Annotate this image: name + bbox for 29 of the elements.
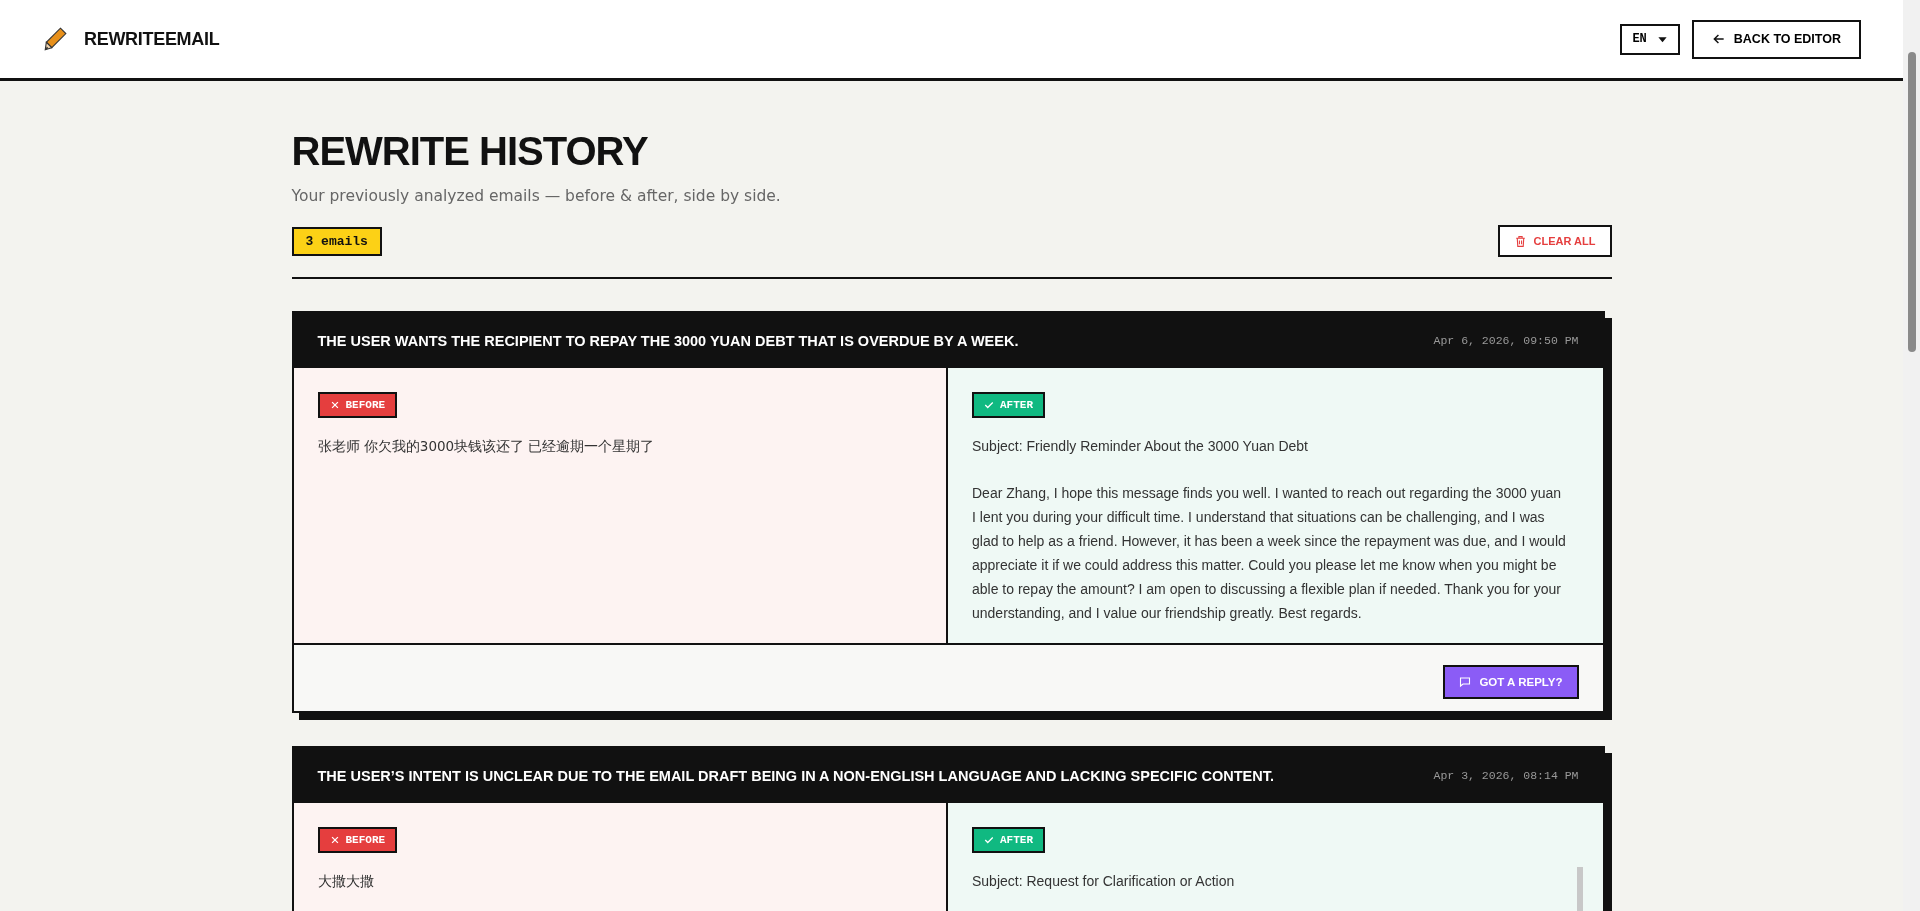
before-text: 大撒大撒 xyxy=(317,872,375,891)
arrow-left-icon xyxy=(1711,32,1726,46)
page-title: REWRITE HISTORY xyxy=(291,129,649,173)
before-text: 张老师 你欠我的3000块钱该还了 已经逾期一个星期了 xyxy=(317,437,656,456)
page-subtitle: Your previously analyzed emails — before & after, side by side. xyxy=(291,187,782,205)
email-count-badge: 3 emails xyxy=(291,226,382,256)
cross-icon xyxy=(329,835,340,845)
pencil-icon xyxy=(42,26,68,52)
after-text: Subject: Request for Clarification or Action xyxy=(972,872,1236,891)
timestamp: Apr 6, 2026, 09:50 PM xyxy=(1433,334,1579,347)
after-text: Subject: Friendly Reminder About the 3000 Yuan Debt xyxy=(972,437,1309,456)
after-tag: AFTER xyxy=(972,392,1045,418)
intent-heading: THE USER WANTS THE RECIPIENT TO REPAY THE 3000 YUAN DEBT THAT IS OVERDUE BY A WEEK. xyxy=(317,332,1019,349)
before-tag: BEFORE xyxy=(317,392,398,418)
language-dropdown[interactable]: EN xyxy=(1620,23,1680,55)
trash-icon xyxy=(1513,234,1527,248)
back-to-editor-button[interactable]: BACK TO EDITOR xyxy=(1691,19,1861,59)
after-tag: AFTER xyxy=(972,827,1045,853)
check-icon xyxy=(984,400,994,410)
chat-bubble-icon xyxy=(1459,676,1472,688)
app-logo[interactable]: REWRITEEMAIL xyxy=(84,28,220,50)
before-tag: BEFORE xyxy=(317,827,398,853)
after-text: Dear Zhang, I hope this message finds you well. I wanted to reach out regarding the 3000 yuan I lent you during your difficult time. I understand that situations can be challenging, and I was glad to help as a friend. However, it has been a week since the repayment was due, and I would appreciate it if we could address this matter. Could you please let me know when you might be able to repay the amount? I am open to discussing a flexible plan if needed. Thank you for your understanding, and I value our friendship greatly. Best regards. xyxy=(972,484,1567,623)
cross-icon xyxy=(329,400,340,410)
timestamp: Apr 3, 2026, 08:14 PM xyxy=(1433,769,1579,782)
intent-heading: THE USER’S INTENT IS UNCLEAR DUE TO THE EMAIL DRAFT BEING IN A NON-ENGLISH LANGUAGE AND LACKING SPECIFIC CONTENT. xyxy=(317,767,1274,784)
clear-all-button[interactable]: CLEAR ALL xyxy=(1497,225,1612,257)
got-a-reply-button[interactable]: GOT A REPLY? xyxy=(1443,665,1579,699)
check-icon xyxy=(984,835,994,845)
